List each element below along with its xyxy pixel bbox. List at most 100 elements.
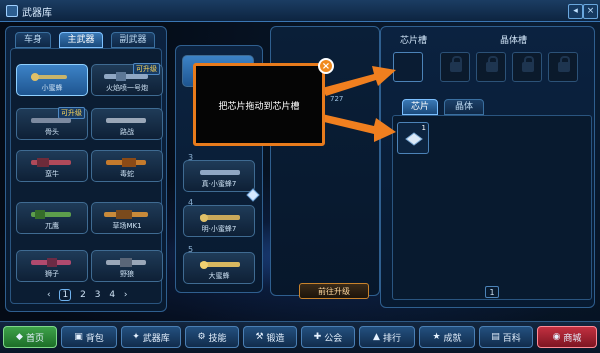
nav-label: 公会 (324, 333, 343, 344)
weapon-card[interactable]: 草场MK1 (91, 202, 163, 234)
chip-page-number[interactable]: 1 (485, 286, 499, 298)
nav-achievements[interactable]: ★ 成就 (419, 326, 475, 348)
weapon-card[interactable]: 可升级 骨头 (16, 107, 88, 140)
page-link[interactable]: 3 (95, 290, 101, 300)
shop-icon: ◉ (552, 332, 561, 342)
lock-icon (486, 56, 498, 72)
weapon-icon (31, 73, 67, 81)
nav-label: 成就 (443, 333, 462, 344)
popup-close-button[interactable]: × (318, 58, 334, 74)
slot-label: 明·小蜜蜂7 (201, 225, 237, 233)
weapon-icon (106, 258, 146, 267)
tab-sub-weapon[interactable]: 副武器 (111, 32, 155, 48)
ranking-icon: ▲ (373, 332, 380, 342)
drag-cursor-icon (246, 188, 260, 202)
chip-icon (405, 132, 423, 146)
nav-label: 锻造 (266, 333, 285, 344)
tab-chip[interactable]: 芯片 (402, 99, 438, 115)
weapon-card[interactable]: 野狼 (91, 250, 163, 282)
tutorial-popup: 把芯片拖动到芯片槽 (193, 63, 325, 146)
weapon-label: 狮子 (45, 270, 59, 278)
slot-item[interactable]: 大蜜蜂 (183, 252, 255, 284)
chip-count: 1 (421, 124, 426, 132)
prev-page-button[interactable]: ‹ (47, 290, 51, 300)
weapon-card[interactable]: 小蜜蜂 (16, 64, 88, 96)
nav-ranking[interactable]: ▲ 排行 (359, 326, 415, 348)
tab-body[interactable]: 车身 (15, 32, 51, 48)
weapon-label: 蛮牛 (45, 170, 59, 178)
weapon-card[interactable]: 蛮牛 (16, 150, 88, 182)
arrow-to-chip-inventory (322, 114, 396, 142)
weapon-label: 路战 (120, 128, 134, 136)
close-icon[interactable]: × (583, 4, 598, 19)
weapon-icon (200, 261, 240, 269)
pager: ‹ 1 2 3 4 › (44, 289, 144, 303)
weapon-card[interactable]: 路战 (91, 108, 163, 140)
nav-armory[interactable]: ✦ 武器库 (121, 326, 181, 348)
slot-item[interactable]: 明·小蜜蜂7 (183, 205, 255, 237)
popup-text: 把芯片拖动到芯片槽 (218, 102, 300, 112)
slot-label: 大蜜蜂 (208, 272, 230, 280)
title-bar: 武器库 ◂ × (0, 0, 600, 22)
lock-icon (522, 56, 534, 72)
weapon-icon (106, 158, 146, 167)
window-icon (6, 5, 18, 17)
weapon-label: 野狼 (120, 270, 134, 278)
weapon-icon (200, 214, 240, 222)
lock-icon (450, 56, 462, 72)
nav-guild[interactable]: ✚ 公会 (301, 326, 355, 348)
nav-skills[interactable]: ⚙ 技能 (185, 326, 239, 348)
nav-home[interactable]: ◆ 首页 (3, 326, 57, 348)
weapon-icon (31, 258, 71, 267)
crystal-slot-locked (548, 52, 578, 82)
chip-slot-label: 芯片槽 (400, 36, 428, 46)
skills-icon: ⚙ (197, 332, 206, 342)
book-icon: ▤ (491, 332, 500, 342)
weapon-label: 毒蛇 (120, 170, 134, 178)
nav-label: 背包 (85, 333, 104, 344)
tutorial-arrows (322, 66, 396, 142)
weapon-icon (106, 118, 146, 123)
weapon-icon (31, 158, 71, 167)
nav-shop[interactable]: ◉ 商城 (537, 326, 597, 348)
armory-icon: ✦ (132, 332, 140, 342)
crystal-slot-label: 晶体槽 (500, 36, 528, 46)
nav-bag[interactable]: ▣ 背包 (61, 326, 117, 348)
nav-label: 百科 (502, 333, 521, 344)
weapon-card[interactable]: 毒蛇 (91, 150, 163, 182)
nav-forge[interactable]: ⚒ 锻造 (243, 326, 297, 348)
sound-icon[interactable]: ◂ (568, 4, 583, 19)
bottom-nav: ◆ 首页 ▣ 背包 ✦ 武器库 ⚙ 技能 ⚒ 锻造 ✚ 公会 ▲ 排行 ★ 成就 ▤ 百科 ◉ 商城 (0, 321, 600, 353)
weapon-label: 兀鹰 (45, 222, 59, 230)
upgrade-button[interactable]: 前往升级 (299, 283, 369, 299)
nav-label: 武器库 (142, 333, 170, 344)
weapon-card[interactable]: 可升级 火焰喷一号炮 (91, 63, 163, 96)
slot-item[interactable]: 真·小蜜蜂7 (183, 160, 255, 192)
tab-crystal[interactable]: 晶体 (444, 99, 484, 115)
page-link[interactable]: 4 (109, 290, 115, 300)
weapon-icon (104, 72, 148, 81)
window-title: 武器库 (22, 8, 52, 19)
guild-icon: ✚ (313, 332, 322, 342)
page-link[interactable]: 2 (80, 290, 86, 300)
crystal-slot-locked (476, 52, 506, 82)
weapon-label: 草场MK1 (112, 222, 142, 230)
bag-icon: ▣ (74, 332, 83, 342)
weapon-label: 火焰喷一号炮 (106, 84, 148, 92)
home-icon: ◆ (16, 332, 23, 342)
arrow-to-chip-slot (322, 66, 396, 96)
nav-label: 首页 (25, 333, 44, 344)
nav-label: 排行 (382, 333, 401, 344)
page-link[interactable]: 1 (59, 289, 72, 301)
chip-item[interactable]: 1 (397, 122, 429, 154)
next-page-button[interactable]: › (124, 290, 128, 300)
weapon-label: 骨头 (45, 128, 59, 136)
tab-main-weapon[interactable]: 主武器 (59, 32, 103, 48)
forge-icon: ⚒ (255, 332, 264, 342)
weapon-card[interactable]: 狮子 (16, 250, 88, 282)
weapon-icon (104, 210, 148, 219)
weapon-icon (31, 118, 71, 123)
nav-encyclopedia[interactable]: ▤ 百科 (479, 326, 533, 348)
lock-icon (558, 56, 570, 72)
weapon-card[interactable]: 兀鹰 (16, 202, 88, 234)
